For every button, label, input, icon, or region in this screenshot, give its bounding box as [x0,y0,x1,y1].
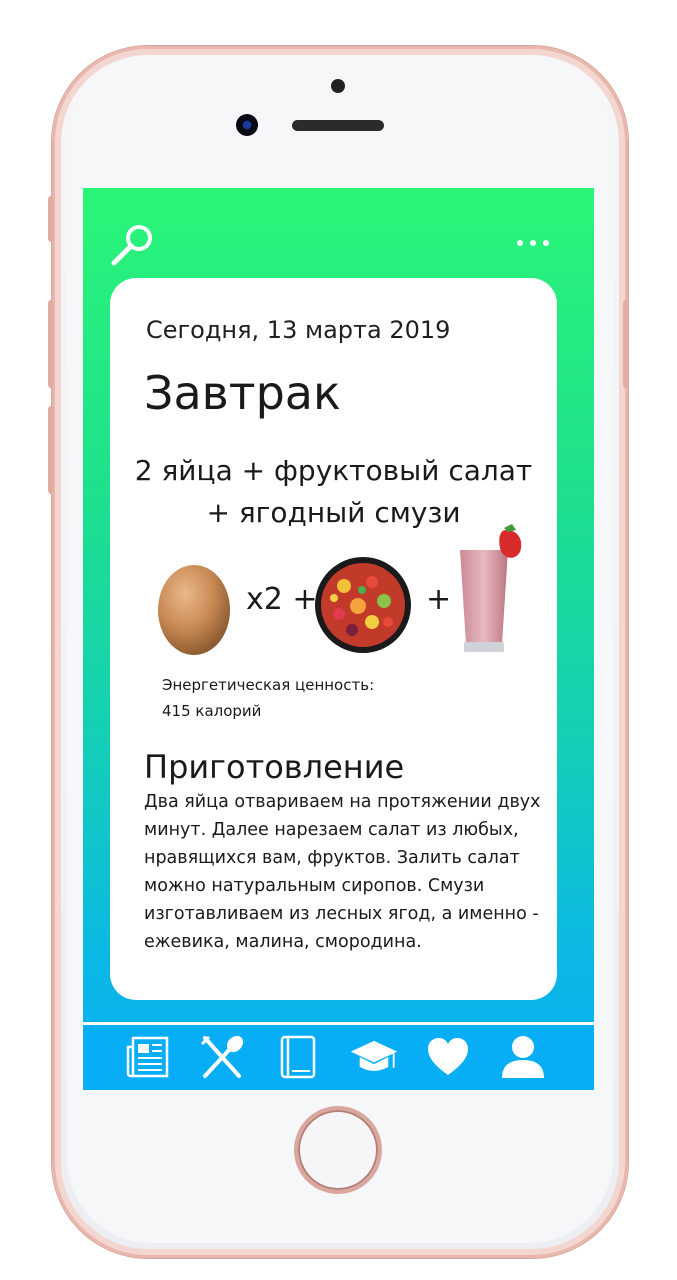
preparation-text: Два яйца отвариваем на протяжении двух м… [144,792,541,952]
egg-icon [158,565,230,655]
tab-favorites[interactable] [423,1033,473,1081]
fork-spoon-icon [200,1035,244,1078]
book-icon [280,1035,316,1079]
phone-side-button [48,300,54,388]
tab-profile[interactable] [498,1033,548,1081]
search-icon[interactable] [109,220,157,268]
phone-speaker [292,120,384,131]
meal-date: Сегодня, 13 марта 2019 [146,316,451,344]
energy-info: Энергетическая ценность: 415 калорий [162,672,374,724]
food-items-row: x2 + + [146,524,526,661]
graduation-cap-icon [350,1040,398,1071]
heart-icon [428,1038,468,1075]
energy-label: Энергетическая ценность: [162,676,375,694]
energy-value: 415 калорий [162,702,262,720]
home-button[interactable] [294,1106,382,1194]
smoothie-icon [460,524,522,652]
preparation-title: Приготовление [144,748,405,786]
app-screen: Сегодня, 13 марта 2019 Завтрак 2 яйца + … [83,188,594,1090]
bottom-tab-bar [83,1022,594,1090]
tab-education[interactable] [349,1033,399,1081]
more-dots-icon[interactable] [513,236,553,250]
front-camera [236,114,258,136]
fruit-salad-icon [315,557,411,653]
phone-side-button [48,406,54,494]
phone-sensor [331,79,345,93]
meal-card: Сегодня, 13 марта 2019 Завтрак 2 яйца + … [110,278,557,1000]
meal-title: Завтрак [144,366,341,420]
phone-side-button [623,300,629,388]
tab-news[interactable] [123,1033,173,1081]
tab-recipes[interactable] [198,1033,248,1081]
meal-description: 2 яйца + фруктовый салат + ягодный смузи [134,454,533,529]
tab-book[interactable] [273,1033,323,1081]
newspaper-icon [126,1036,169,1078]
multiplier-text: x2 + [246,582,318,617]
phone-side-button [48,196,54,242]
user-icon [502,1036,544,1078]
